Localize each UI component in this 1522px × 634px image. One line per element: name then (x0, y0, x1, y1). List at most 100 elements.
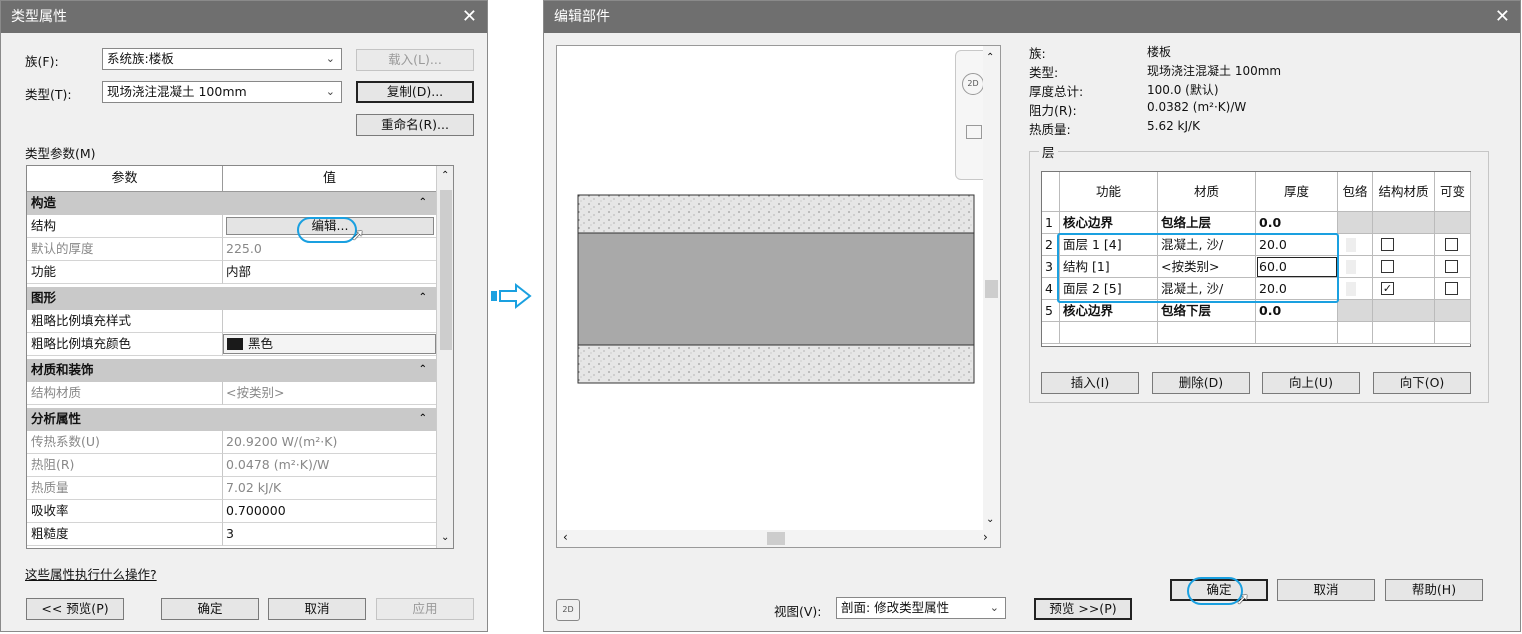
layer-column-header: 结构材质 (1373, 172, 1435, 212)
vscroll-thumb[interactable] (985, 280, 998, 298)
preview-panel[interactable]: 2D ⌃ ⌄ ‹ › (556, 45, 1001, 548)
help-button[interactable]: 帮助(H) (1385, 579, 1483, 601)
color-name: 黑色 (248, 336, 274, 351)
layers-label: 层 (1039, 142, 1058, 161)
group-row[interactable]: 分析属性 ⌃ (27, 408, 453, 431)
ok-highlight-ring (1187, 577, 1243, 605)
cancel-button[interactable]: 取消 (268, 598, 366, 620)
collapse-icon[interactable]: ⌃ (419, 287, 427, 309)
property-value[interactable]: 内部 (223, 261, 437, 284)
group-row[interactable]: 图形 ⌃ (27, 287, 453, 310)
layer-variable-cell[interactable] (1435, 256, 1471, 278)
chevron-down-icon: ⌄ (325, 85, 335, 98)
mouse-cursor-icon: ➚ (1236, 589, 1250, 608)
apply-button[interactable]: 应用 (376, 598, 474, 620)
type-select[interactable]: 现场浇注混凝土 100mm ⌄ (102, 81, 342, 103)
layer-wrap-cell[interactable] (1338, 234, 1373, 256)
collapse-icon[interactable]: ⌃ (419, 408, 427, 430)
variable-checkbox[interactable] (1445, 238, 1458, 251)
property-value[interactable]: 0.700000 (223, 500, 437, 523)
group-row[interactable]: 构造 ⌃ (27, 192, 453, 215)
structural-material-checkbox[interactable] (1381, 238, 1394, 251)
family-select[interactable]: 系统族:楼板 ⌄ (102, 48, 342, 70)
preview-toggle-button[interactable]: 预览 >>(P) (1034, 598, 1132, 620)
scrollbar-thumb[interactable] (440, 190, 452, 350)
structural-material-checkbox[interactable]: ✓ (1381, 282, 1394, 295)
ok-button[interactable]: 确定 (161, 598, 259, 620)
empty-layer-cell (1256, 322, 1338, 344)
zoom-icon[interactable] (966, 125, 982, 139)
layer-variable-cell[interactable] (1435, 234, 1471, 256)
layer-structural-cell[interactable] (1373, 300, 1435, 322)
layer-wrap-cell[interactable] (1338, 212, 1373, 234)
duplicate-button[interactable]: 复制(D)... (356, 81, 474, 103)
layer-material[interactable]: 包络下层 (1158, 300, 1256, 322)
layer-structural-cell[interactable] (1373, 234, 1435, 256)
layer-variable-cell[interactable] (1435, 212, 1471, 234)
property-value[interactable]: <按类别> (223, 382, 437, 405)
variable-checkbox[interactable] (1445, 260, 1458, 273)
finish-layer-1 (577, 194, 975, 234)
empty-layer-cell (1060, 322, 1158, 344)
layer-function[interactable]: 核心边界 (1060, 212, 1158, 234)
move-up-button[interactable]: 向上(U) (1262, 372, 1360, 394)
floor-section-preview (577, 194, 975, 384)
scroll-up-icon[interactable]: ⌃ (986, 52, 994, 63)
property-value[interactable]: 0.0478 (m²·K)/W (223, 454, 437, 477)
info-label: 族: (1029, 46, 1046, 61)
scroll-up-icon[interactable]: ⌃ (441, 170, 449, 181)
insert-button[interactable]: 插入(I) (1041, 372, 1139, 394)
structure-layer (577, 232, 975, 346)
property-value[interactable]: 黑色 (223, 333, 437, 356)
layer-variable-cell[interactable] (1435, 300, 1471, 322)
empty-layer-cell (1158, 322, 1256, 344)
steering-wheel-icon[interactable]: 2D (556, 599, 580, 621)
grid-scrollbar[interactable]: ⌃ ⌄ (436, 166, 453, 548)
move-down-button[interactable]: 向下(O) (1373, 372, 1471, 394)
property-value[interactable] (223, 310, 437, 333)
layer-thickness[interactable]: 0.0 (1256, 300, 1338, 322)
wrap-checkbox[interactable] (1346, 238, 1356, 252)
property-name: 功能 (27, 261, 223, 284)
scroll-right-icon[interactable]: › (983, 530, 988, 544)
property-value[interactable]: 3 (223, 523, 437, 546)
steering-wheel-icon[interactable]: 2D (962, 73, 984, 95)
group-row[interactable]: 材质和装饰 ⌃ (27, 359, 453, 382)
structural-material-checkbox[interactable] (1381, 260, 1394, 273)
preview-vscroll[interactable]: ⌃ ⌄ (983, 46, 1000, 530)
layer-wrap-cell[interactable] (1338, 256, 1373, 278)
preview-hscroll[interactable]: ‹ › (557, 530, 1000, 547)
view-select[interactable]: 剖面: 修改类型属性 ⌄ (836, 597, 1006, 619)
cancel-button[interactable]: 取消 (1277, 579, 1375, 601)
property-value[interactable]: 20.9200 W/(m²·K) (223, 431, 437, 454)
preview-button[interactable]: << 预览(P) (26, 598, 124, 620)
info-label: 厚度总计: (1029, 84, 1084, 99)
property-value[interactable]: 7.02 kJ/K (223, 477, 437, 500)
rename-button[interactable]: 重命名(R)... (356, 114, 474, 136)
right-titlebar: 编辑部件 ✕ (544, 1, 1520, 33)
delete-button[interactable]: 删除(D) (1152, 372, 1250, 394)
close-icon[interactable]: ✕ (462, 1, 477, 33)
scroll-down-icon[interactable]: ⌄ (441, 532, 449, 543)
scroll-left-icon[interactable]: ‹ (563, 530, 568, 544)
scroll-down-icon[interactable]: ⌄ (986, 514, 994, 525)
wrap-checkbox[interactable] (1346, 260, 1356, 274)
layer-function[interactable]: 核心边界 (1060, 300, 1158, 322)
variable-checkbox[interactable] (1445, 282, 1458, 295)
collapse-icon[interactable]: ⌃ (419, 192, 427, 214)
layer-structural-cell[interactable] (1373, 256, 1435, 278)
layer-wrap-cell[interactable] (1338, 278, 1373, 300)
layer-wrap-cell[interactable] (1338, 300, 1373, 322)
layer-material[interactable]: 包络上层 (1158, 212, 1256, 234)
close-icon[interactable]: ✕ (1495, 1, 1510, 33)
layer-variable-cell[interactable] (1435, 278, 1471, 300)
collapse-icon[interactable]: ⌃ (419, 359, 427, 381)
layer-structural-cell[interactable] (1373, 212, 1435, 234)
wrap-checkbox[interactable] (1346, 282, 1356, 296)
help-link[interactable]: 这些属性执行什么操作? (25, 564, 157, 583)
load-button[interactable]: 载入(L)... (356, 49, 474, 71)
layer-thickness[interactable]: 0.0 (1256, 212, 1338, 234)
layer-structural-cell[interactable]: ✓ (1373, 278, 1435, 300)
color-swatch-button[interactable]: 黑色 (223, 334, 436, 354)
hscroll-thumb[interactable] (767, 532, 785, 545)
